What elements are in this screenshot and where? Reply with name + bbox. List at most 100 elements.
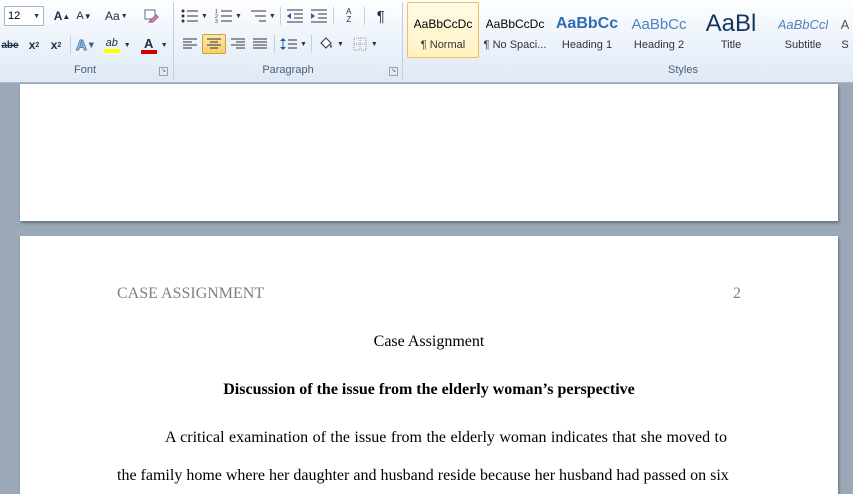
style-title[interactable]: AaBl Title: [695, 2, 767, 58]
style-sample: AaBl: [705, 10, 757, 37]
numbering-icon: 123: [215, 9, 232, 23]
chevron-down-icon[interactable]: ▼: [337, 41, 344, 48]
previous-page: [20, 84, 838, 221]
running-head: CASE ASSIGNMENT: [117, 285, 265, 302]
chevron-down-icon[interactable]: ▼: [371, 41, 378, 48]
strikethrough-button[interactable]: abe: [0, 35, 20, 55]
superscript-mark: 2: [57, 41, 62, 49]
subscript-label: x: [28, 38, 36, 52]
style-sample: AaBbCcl: [777, 16, 829, 32]
style-normal[interactable]: AaBbCcDc ¶ Normal: [407, 2, 479, 58]
chevron-down-icon[interactable]: ▼: [124, 42, 131, 49]
divider: [363, 7, 365, 25]
chevron-down-icon: ▼: [87, 41, 95, 49]
justify-icon: [253, 38, 267, 49]
document-title: Case Assignment: [373, 333, 485, 350]
align-center-button[interactable]: [202, 34, 226, 54]
font-row-2: abe x2 x2 A ▼ ab ▼ A ▼: [0, 34, 168, 56]
chevron-down-icon[interactable]: ▼: [235, 13, 242, 20]
style-more[interactable]: A S: [839, 2, 851, 58]
sort-button[interactable]: A Z: [338, 6, 360, 26]
decrease-indent-button[interactable]: [285, 6, 305, 26]
sort-z-label: Z: [346, 15, 352, 24]
paragraph-dialog-launcher-icon[interactable]: ↘: [389, 67, 398, 76]
chevron-down-icon[interactable]: ▼: [300, 41, 307, 48]
subscript-button[interactable]: x2: [24, 35, 44, 55]
style-heading-2[interactable]: AaBbCc Heading 2: [623, 2, 695, 58]
style-sample: AaBbCcDc: [485, 17, 545, 31]
font-size-field[interactable]: 12 ▼: [4, 6, 44, 26]
change-case-button[interactable]: Aa ▼: [104, 6, 129, 26]
font-color-swatch: [140, 49, 157, 54]
chevron-down-icon: ▼: [33, 12, 40, 20]
style-sample: AaBbCc: [631, 15, 687, 33]
section-heading: Discussion of the issue from the elderly…: [223, 381, 635, 398]
justify-button[interactable]: [250, 34, 270, 54]
ribbon: 12 ▼ A ▲ A ▼ Aa ▼ abe x2 x2 A ▼ ab ▼ A ▼…: [0, 0, 853, 83]
text-effects-button[interactable]: A ▼: [75, 35, 96, 55]
chevron-down-icon[interactable]: ▼: [201, 13, 208, 20]
grow-font-button[interactable]: A ▲: [52, 6, 72, 26]
bullets-button[interactable]: [180, 6, 200, 26]
style-sample: A: [840, 16, 850, 32]
shrink-font-label: A: [76, 10, 84, 22]
style-name: Heading 1: [561, 39, 613, 51]
font-dialog-launcher-icon[interactable]: ↘: [159, 67, 168, 76]
increase-indent-icon: [310, 9, 327, 23]
style-name: S: [841, 39, 849, 51]
align-right-icon: [231, 38, 245, 49]
highlight-button[interactable]: ab: [102, 34, 122, 56]
style-name: Subtitle: [784, 39, 822, 51]
shading-button[interactable]: [316, 34, 336, 54]
highlight-color-swatch: [103, 49, 120, 53]
document-page[interactable]: CASE ASSIGNMENT 2 Case Assignment Discus…: [20, 236, 838, 494]
style-name: ¶ No Spaci...: [483, 39, 547, 51]
grow-font-label: A: [53, 9, 63, 23]
text-effects-label: A: [76, 36, 88, 54]
styles-group-label: Styles: [668, 64, 698, 76]
line-spacing-button[interactable]: [279, 34, 299, 54]
align-right-button[interactable]: [228, 34, 248, 54]
page-number: 2: [733, 285, 741, 302]
divider: [274, 35, 275, 53]
paragraph-row-2: ▼ ▼ ▼: [180, 34, 378, 54]
bullets-icon: [181, 9, 198, 23]
clear-formatting-button[interactable]: [141, 6, 161, 26]
chevron-down-icon[interactable]: ▼: [269, 13, 276, 20]
chevron-down-icon: ▼: [120, 12, 128, 20]
font-group-label: Font: [73, 64, 96, 76]
style-name: Heading 2: [633, 39, 685, 51]
align-center-icon: [207, 38, 221, 49]
line-spacing-icon: [280, 38, 297, 50]
styles-gallery: AaBbCcDc ¶ Normal AaBbCcDc ¶ No Spaci...…: [407, 2, 853, 60]
borders-button[interactable]: [350, 34, 370, 54]
align-left-icon: [183, 38, 197, 49]
multilevel-list-icon: [250, 10, 266, 22]
chevron-down-icon[interactable]: ▼: [161, 42, 168, 49]
caret-down-icon: ▼: [83, 11, 92, 21]
font-color-button[interactable]: A: [139, 34, 159, 56]
divider: [70, 36, 71, 54]
style-heading-1[interactable]: AaBbCc Heading 1: [551, 2, 623, 58]
style-name: Title: [720, 39, 742, 51]
shading-bucket-icon: [320, 37, 332, 49]
increase-indent-button[interactable]: [309, 6, 329, 26]
subscript-mark: 2: [35, 41, 40, 49]
paragraph-row-1: ▼ 123 ▼ ▼ A Z ¶: [180, 6, 391, 26]
clear-formatting-icon: [144, 9, 159, 23]
shrink-font-button[interactable]: A ▼: [74, 6, 94, 26]
font-row-1: 12 ▼ A ▲ A ▼ Aa ▼: [4, 6, 161, 26]
style-name: ¶ Normal: [420, 39, 466, 51]
borders-icon: [353, 37, 367, 51]
numbering-button[interactable]: 123: [214, 6, 234, 26]
multilevel-list-button[interactable]: [248, 6, 268, 26]
change-case-label: Aa: [105, 9, 120, 23]
paragraph-line: A critical examination of the issue from…: [165, 429, 727, 446]
style-no-spacing[interactable]: AaBbCcDc ¶ No Spaci...: [479, 2, 551, 58]
style-sample: AaBbCc: [555, 15, 619, 32]
style-subtitle[interactable]: AaBbCcl Subtitle: [767, 2, 839, 58]
decrease-indent-icon: [286, 9, 303, 23]
align-left-button[interactable]: [180, 34, 200, 54]
show-hide-marks-button[interactable]: ¶: [371, 6, 391, 26]
superscript-button[interactable]: x2: [46, 35, 66, 55]
